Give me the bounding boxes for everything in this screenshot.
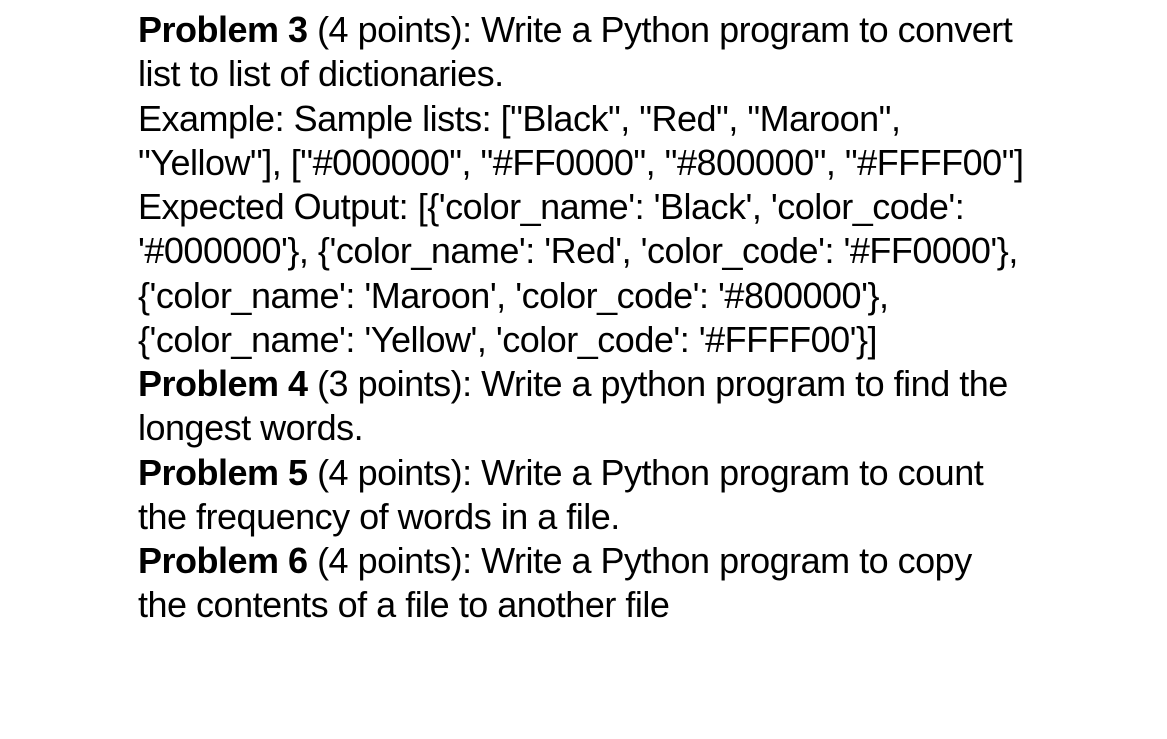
problem-3-expected: Expected Output: [{'color_name': 'Black'… xyxy=(138,185,1025,362)
problem-6-title: Problem 6 xyxy=(138,540,308,581)
problem-3-example: Example: Sample lists: ["Black", "Red", … xyxy=(138,97,1025,186)
problem-5-points: (4 points): xyxy=(308,452,482,493)
problem-5: Problem 5 (4 points): Write a Python pro… xyxy=(138,451,1025,540)
problem-3-points: (4 points): xyxy=(308,9,482,50)
problem-5-line: Problem 5 (4 points): Write a Python pro… xyxy=(138,451,1025,540)
problem-6: Problem 6 (4 points): Write a Python pro… xyxy=(138,539,1025,628)
problem-4-line: Problem 4 (3 points): Write a python pro… xyxy=(138,362,1025,451)
problem-5-title: Problem 5 xyxy=(138,452,308,493)
problem-3-title: Problem 3 xyxy=(138,9,308,50)
problem-3-line1: Problem 3 (4 points): Write a Python pro… xyxy=(138,8,1025,97)
problem-3: Problem 3 (4 points): Write a Python pro… xyxy=(138,8,1025,362)
problem-4-title: Problem 4 xyxy=(138,363,308,404)
problem-3-expected-label: Expected Output: xyxy=(138,186,418,227)
problem-6-points: (4 points): xyxy=(308,540,482,581)
problem-4-points: (3 points): xyxy=(308,363,482,404)
problem-3-example-label: Example: Sample lists: xyxy=(138,98,501,139)
problem-6-line: Problem 6 (4 points): Write a Python pro… xyxy=(138,539,1025,628)
problem-4: Problem 4 (3 points): Write a python pro… xyxy=(138,362,1025,451)
